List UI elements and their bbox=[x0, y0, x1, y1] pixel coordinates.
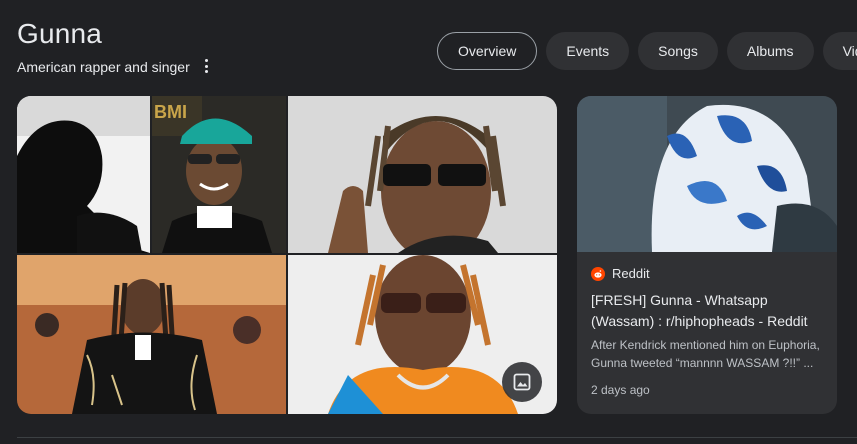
image-mosaic: BMI bbox=[17, 96, 557, 414]
tab-albums[interactable]: Albums bbox=[726, 32, 814, 70]
entity-tabs: Overview Events Songs Albums Vid bbox=[437, 32, 857, 70]
news-card-image bbox=[577, 96, 837, 252]
tab-videos[interactable]: Vid bbox=[822, 32, 857, 70]
reddit-icon bbox=[591, 266, 605, 281]
image-icon bbox=[513, 373, 531, 391]
news-title[interactable]: [FRESH] Gunna - Whatsapp (Wassam) : r/hi… bbox=[591, 290, 827, 332]
svg-text:BMI: BMI bbox=[154, 102, 187, 122]
tab-songs[interactable]: Songs bbox=[638, 32, 718, 70]
entity-subtitle: American rapper and singer bbox=[17, 59, 190, 75]
tab-overview[interactable]: Overview bbox=[437, 32, 538, 70]
more-options-icon[interactable] bbox=[197, 56, 215, 76]
news-date: 2 days ago bbox=[591, 383, 650, 397]
entity-title: Gunna bbox=[17, 18, 103, 49]
news-source: Reddit bbox=[591, 266, 650, 281]
image-tile-silhouette[interactable] bbox=[17, 96, 150, 253]
image-tile-sunglasses-closeup[interactable] bbox=[288, 96, 557, 253]
news-source-label: Reddit bbox=[612, 266, 650, 281]
tab-events[interactable]: Events bbox=[546, 32, 630, 70]
image-tile-met-gala[interactable] bbox=[17, 255, 286, 414]
news-snippet: After Kendrick mentioned him on Euphoria… bbox=[591, 338, 820, 370]
image-tile-teal-hat[interactable]: BMI bbox=[152, 96, 286, 253]
section-divider bbox=[17, 437, 857, 438]
news-card[interactable]: Reddit [FRESH] Gunna - Whatsapp (Wassam)… bbox=[577, 96, 837, 414]
view-images-button[interactable] bbox=[502, 362, 542, 402]
